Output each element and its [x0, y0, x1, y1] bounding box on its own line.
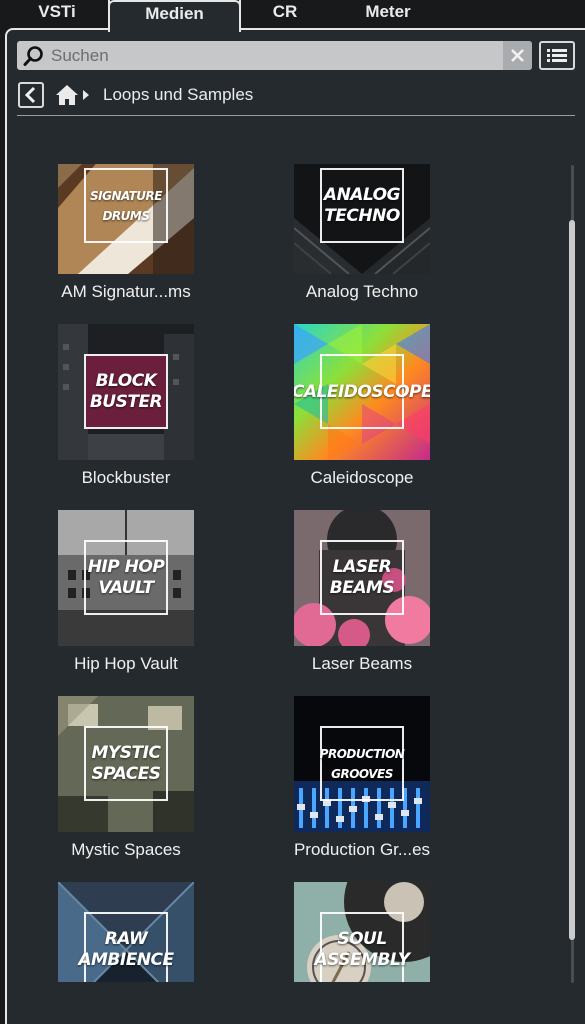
- cover-image[interactable]: SIGNATURE DRUMS: [58, 164, 194, 274]
- close-icon[interactable]: [503, 41, 532, 70]
- chevron-left-icon: [24, 86, 36, 104]
- cover-title: PRODUCTION GROOVES: [319, 747, 405, 781]
- tab-vsti[interactable]: VSTi: [18, 0, 96, 30]
- media-item[interactable]: HIP HOP VAULT Hip Hop Vault: [17, 510, 244, 696]
- list-view-icon: [547, 49, 567, 62]
- content-grid: SIGNATURE DRUMS AM Signatur...ms ANALOG TE…: [17, 164, 557, 982]
- media-item[interactable]: SOUL ASSEMBLY: [244, 882, 480, 982]
- cover-image[interactable]: BLOCK BUSTER: [58, 324, 194, 460]
- cover-image[interactable]: CALEIDOSCOPE: [294, 324, 430, 460]
- cover-title: HIP HOP VAULT: [87, 557, 165, 598]
- media-item[interactable]: MYSTIC SPACES Mystic Spaces: [17, 696, 244, 882]
- list-view-button[interactable]: [539, 41, 575, 70]
- cover-title: SIGNATURE DRUMS: [89, 189, 163, 223]
- tab-bar: VSTi Medien CR Meter: [0, 0, 585, 32]
- media-item[interactable]: CALEIDOSCOPE Caleidoscope: [244, 324, 480, 510]
- divider: [17, 115, 575, 116]
- tab-meter[interactable]: Meter: [345, 0, 431, 30]
- cover-image[interactable]: LASER BEAMS: [294, 510, 430, 646]
- media-item[interactable]: RAW AMBIENCE: [17, 882, 244, 982]
- cover-image[interactable]: MYSTIC SPACES: [58, 696, 194, 832]
- search-input[interactable]: [51, 41, 501, 70]
- media-item-label: Caleidoscope: [310, 468, 414, 487]
- media-item[interactable]: LASER BEAMS Laser Beams: [244, 510, 480, 696]
- cover-title: CALEIDOSCOPE: [294, 381, 430, 402]
- search-bar: [17, 41, 532, 70]
- media-item-label: Analog Techno: [305, 282, 419, 301]
- media-item-label: AM Signatur...ms: [61, 282, 191, 301]
- cover-image[interactable]: ANALOG TECHNO: [294, 164, 430, 274]
- media-item-label: Laser Beams: [311, 654, 413, 673]
- back-button[interactable]: [18, 82, 44, 108]
- media-item[interactable]: ANALOG TECHNO Analog Techno: [244, 164, 480, 324]
- cover-image[interactable]: HIP HOP VAULT: [58, 510, 194, 646]
- tab-medien[interactable]: Medien: [108, 0, 241, 32]
- media-item[interactable]: BLOCK BUSTER Blockbuster: [17, 324, 244, 510]
- home-icon[interactable]: [55, 84, 79, 106]
- media-item-label: Hip Hop Vault: [74, 654, 178, 673]
- media-item-label: Production Gr...es: [293, 840, 431, 859]
- cover-image[interactable]: SOUL ASSEMBLY: [294, 882, 430, 982]
- cover-image[interactable]: RAW AMBIENCE: [58, 882, 194, 982]
- cover-title: MYSTIC SPACES: [91, 743, 161, 784]
- media-item-label: Mystic Spaces: [71, 840, 181, 859]
- cover-title: ANALOG TECHNO: [323, 185, 401, 226]
- cover-image[interactable]: PRODUCTION GROOVES: [294, 696, 430, 832]
- media-item[interactable]: PRODUCTION GROOVES Production Gr...es: [244, 696, 480, 882]
- cover-title: BLOCK BUSTER: [89, 371, 163, 412]
- breadcrumb[interactable]: Loops und Samples: [103, 85, 253, 105]
- cover-title: RAW AMBIENCE: [78, 929, 174, 970]
- scrollbar-thumb[interactable]: [569, 220, 575, 940]
- media-item-label: Blockbuster: [81, 468, 171, 487]
- triangle-right-icon[interactable]: [82, 90, 90, 100]
- cover-title: LASER BEAMS: [329, 557, 395, 598]
- tab-cr[interactable]: CR: [245, 0, 325, 30]
- media-item[interactable]: SIGNATURE DRUMS AM Signatur...ms: [17, 164, 244, 324]
- cover-title: SOUL ASSEMBLY: [314, 929, 410, 970]
- search-icon[interactable]: [23, 45, 45, 67]
